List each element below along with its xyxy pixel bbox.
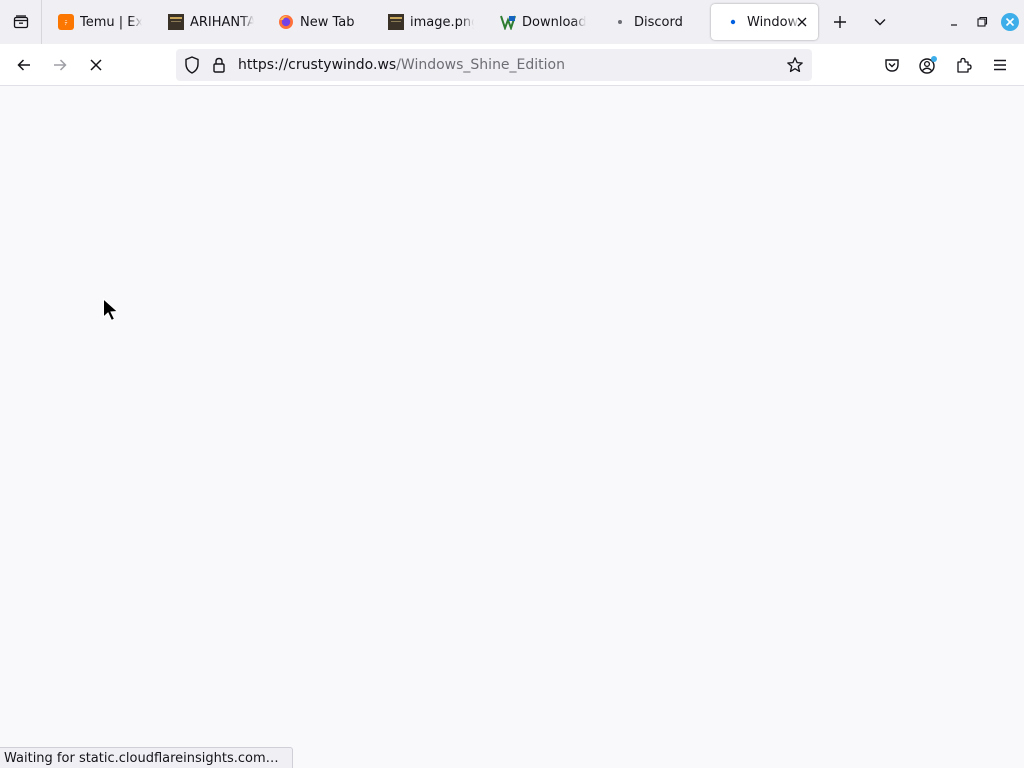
tab-new-tab[interactable]: New Tab — [264, 4, 370, 40]
loading-dot-icon — [725, 14, 741, 30]
list-all-tabs-button[interactable] — [864, 6, 896, 38]
forward-button[interactable] — [44, 49, 76, 81]
page-content-area — [0, 86, 1024, 768]
lock-icon[interactable] — [212, 56, 226, 74]
puzzle-piece-icon — [957, 57, 972, 73]
arrow-left-icon — [17, 59, 30, 71]
download-site-icon — [500, 14, 516, 30]
tab-label: New Tab — [300, 14, 355, 30]
firefox-icon — [278, 14, 294, 30]
close-window-icon — [1001, 13, 1019, 31]
restore-icon — [977, 16, 988, 27]
plus-icon — [834, 16, 846, 28]
tab-windows-active[interactable]: Window — [711, 4, 818, 40]
book-cover-icon — [168, 14, 184, 30]
image-thumbnail-icon — [388, 14, 404, 30]
stop-loading-button[interactable] — [80, 49, 112, 81]
tab-label: Temu | Ex — [80, 14, 142, 30]
url-text[interactable]: https://crustywindo.ws/Windows_Shine_Edi… — [238, 57, 565, 73]
pocket-icon — [885, 59, 899, 72]
minimize-icon — [951, 24, 957, 26]
temu-icon: ﾃ — [58, 14, 74, 30]
tab-arihanta[interactable]: ARIHANTA — [154, 4, 260, 40]
url-bar[interactable]: https://crustywindo.ws/Windows_Shine_Edi… — [176, 49, 812, 81]
tab-discord[interactable]: Discord — [598, 4, 704, 40]
hamburger-menu-icon — [994, 59, 1006, 71]
tab-image-png[interactable]: image.png — [374, 4, 480, 40]
arrow-right-icon — [54, 59, 67, 71]
stop-icon — [90, 59, 102, 71]
new-tab-button[interactable] — [824, 6, 856, 38]
close-icon — [797, 17, 807, 27]
tracking-protection-shield-icon[interactable] — [184, 56, 200, 74]
chevron-down-icon — [874, 19, 886, 26]
star-icon — [787, 57, 803, 73]
bookmark-star-button[interactable] — [786, 56, 804, 74]
status-panel: Waiting for static.cloudflareinsights.co… — [0, 747, 293, 768]
loading-dot-icon — [612, 14, 628, 30]
back-button[interactable] — [8, 49, 40, 81]
account-icon — [919, 56, 937, 74]
navigation-toolbar: https://crustywindo.ws/Windows_Shine_Edi… — [0, 44, 1024, 86]
tab-label: Discord — [634, 14, 683, 30]
svg-text:ﾃ: ﾃ — [64, 20, 67, 27]
status-text: Waiting for static.cloudflareinsights.co… — [4, 751, 279, 766]
account-button[interactable] — [912, 49, 944, 81]
tab-download[interactable]: Download — [486, 4, 592, 40]
tab-label: image.png — [410, 14, 474, 30]
app-menu-button[interactable] — [984, 49, 1016, 81]
firefox-view-button[interactable] — [0, 0, 42, 44]
close-window-button[interactable] — [994, 6, 1024, 38]
extensions-button[interactable] — [948, 49, 980, 81]
url-path: /Windows_Shine_Edition — [396, 57, 565, 73]
tab-label: ARIHANTA — [190, 14, 254, 30]
tab-label: Window — [747, 14, 799, 30]
tab-label: Download — [522, 14, 586, 30]
pocket-button[interactable] — [876, 49, 908, 81]
tab-temu[interactable]: ﾃ Temu | Ex — [44, 4, 150, 40]
firefox-view-icon — [13, 14, 29, 30]
close-tab-button[interactable] — [794, 14, 810, 30]
tab-strip: ﾃ Temu | Ex ARIHANTA New Tab image.png D… — [0, 0, 1024, 44]
mouse-pointer-icon — [102, 298, 120, 322]
url-host: https://crustywindo.ws — [238, 57, 397, 73]
